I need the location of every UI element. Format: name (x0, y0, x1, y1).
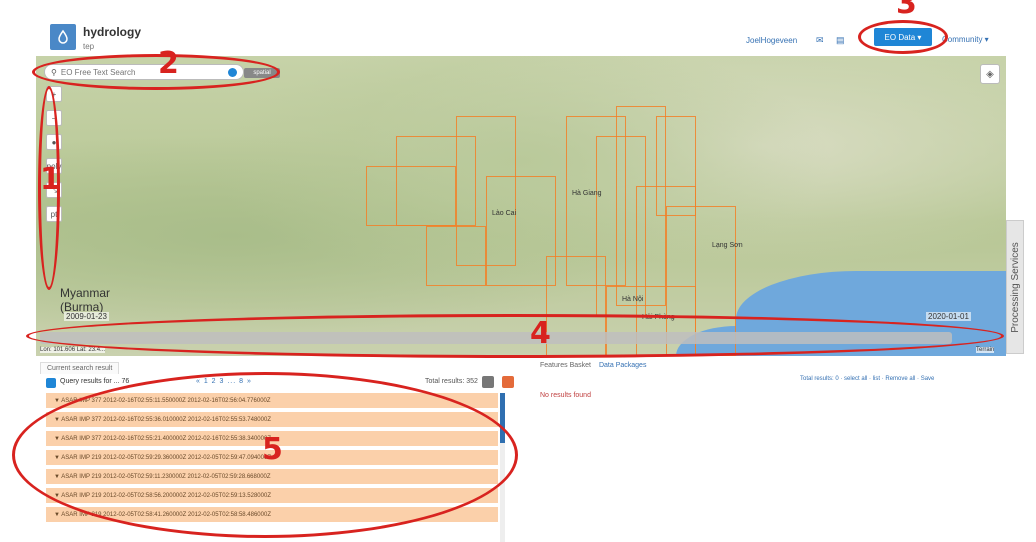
results-total: Total results: 352 (425, 378, 478, 385)
annotation-ellipse (26, 314, 1004, 358)
app-subtitle: tep (83, 42, 95, 51)
annotation-number: 1 (40, 162, 61, 197)
drop-icon (58, 29, 68, 44)
list-view-button[interactable] (482, 376, 494, 388)
annotation-number: 5 (262, 432, 283, 467)
mail-icon[interactable]: ✉ (816, 35, 824, 46)
processing-services-tab[interactable]: Processing Services (1006, 220, 1024, 354)
map-attribution: Terrain (976, 347, 995, 353)
country-label: Myanmar (Burma) (60, 286, 110, 314)
footprint[interactable] (426, 226, 486, 286)
annotation-number: 2 (158, 46, 179, 81)
processing-services-label: Processing Services (1009, 241, 1021, 333)
time-start: 2009-01-23 (64, 312, 109, 321)
notes-icon[interactable]: ▤ (836, 35, 845, 46)
time-end: 2020-01-01 (926, 312, 971, 321)
results-heading: Query results for ... 76 (60, 378, 130, 385)
app-title[interactable]: hydrology (83, 25, 141, 39)
no-results-message: No results found (540, 392, 591, 399)
community-menu[interactable]: Community ▾ (942, 35, 989, 44)
tab-current-search[interactable]: Current search result (40, 362, 120, 374)
place-label: Hà Nội (622, 296, 644, 303)
map[interactable]: Hà Giang Lào Cai Hà Nội Hải Phòng Lạng S… (36, 56, 1006, 356)
country-name: Myanmar (60, 286, 111, 300)
place-label: Lào Cai (492, 210, 517, 217)
basket-total[interactable]: Total results: 0 · select all · list · R… (800, 376, 934, 382)
coordinates-readout: Lon: 101.606 Lat: 23.4... (40, 347, 106, 353)
results-icon (46, 378, 56, 388)
basket-tabs: Features Basket Data Packages (540, 362, 646, 369)
logo-icon[interactable] (50, 24, 76, 50)
results-tabs: Current search result (40, 362, 120, 374)
annotation-ellipse (858, 20, 948, 54)
annotation-number: 4 (530, 316, 551, 351)
layers-icon[interactable]: ◈ (980, 64, 1000, 84)
place-label: Lạng Sơn (712, 242, 743, 249)
annotation-number: 3 (896, 0, 917, 21)
export-button[interactable] (502, 376, 514, 388)
place-label: Hà Giang (572, 190, 602, 197)
annotation-ellipse (32, 54, 280, 90)
footprint[interactable] (656, 116, 696, 216)
page: hydrology tep JoelHogeveen ✉ ▤ EO Data ▾… (0, 0, 1036, 542)
tab-data-packages[interactable]: Data Packages (599, 362, 646, 369)
user-link[interactable]: JoelHogeveen (746, 36, 797, 45)
tab-features-basket[interactable]: Features Basket (540, 362, 591, 369)
